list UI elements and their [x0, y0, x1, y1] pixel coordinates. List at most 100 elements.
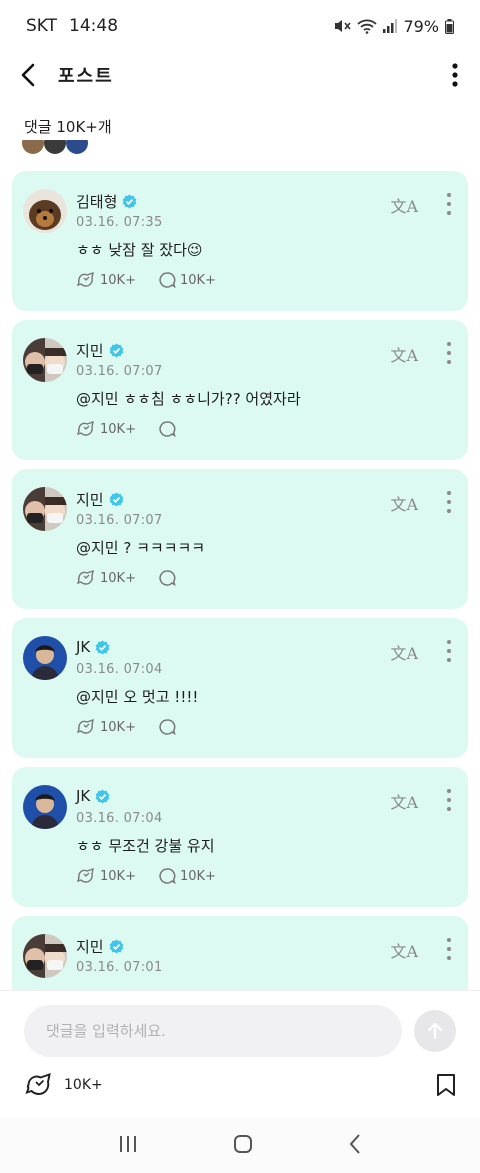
like-count: 10K+ [100, 719, 136, 735]
home-icon [233, 1134, 252, 1153]
comment-text: ㅎㅎ 낮잠 잘 잤다😉 [76, 241, 203, 259]
author-name[interactable]: JK [76, 787, 90, 805]
author-name[interactable]: 지민 [76, 936, 104, 957]
compose-area: 10K+ [0, 990, 480, 1118]
like-icon [25, 1073, 51, 1095]
comment-more-button[interactable] [444, 938, 454, 960]
reply-bubble-icon [159, 272, 176, 289]
author-name[interactable]: JK [76, 638, 90, 656]
comment-date: 03.16. 07:35 [76, 215, 163, 230]
reply-button[interactable] [158, 420, 176, 438]
like-button[interactable]: 10K+ [76, 867, 136, 885]
comment-card[interactable]: 지민 03.16. 07:07 @지민 ㅎㅎ침 ㅎㅎ니가?? 어였자라 10K+… [12, 320, 468, 460]
battery-label: 79% [403, 16, 439, 36]
reply-bubble-icon [159, 868, 176, 885]
comment-card[interactable]: JK 03.16. 07:04 @지민 오 멋고 !!!! 10K+ 文A [12, 618, 468, 758]
translate-button[interactable]: 文A [390, 640, 418, 664]
comment-card[interactable]: 지민 03.16. 07:07 @지민 ? ㅋㅋㅋㅋㅋ 10K+ 文A [12, 469, 468, 609]
comment-date: 03.16. 07:01 [76, 960, 163, 975]
like-icon [76, 271, 94, 287]
reply-bubble-icon [159, 570, 176, 587]
like-icon [76, 718, 94, 734]
avatar[interactable] [23, 934, 67, 978]
comment-text: ㅎㅎ 무조건 강불 유지 [76, 837, 215, 855]
translate-button[interactable]: 文A [390, 938, 418, 962]
bookmark-button[interactable] [436, 1073, 456, 1101]
verified-badge-icon [109, 492, 123, 507]
like-icon [76, 420, 94, 436]
avatar [22, 140, 44, 154]
avatar [44, 140, 66, 154]
send-button[interactable] [414, 1010, 456, 1052]
reply-count: 10K+ [179, 272, 216, 288]
avatar[interactable] [23, 487, 67, 531]
like-button[interactable]: 10K+ [76, 271, 136, 289]
like-button[interactable]: 10K+ [76, 420, 136, 438]
translate-button[interactable]: 文A [390, 342, 418, 366]
comment-card[interactable]: 김태형 03.16. 07:35 ㅎㅎ 낮잠 잘 잤다😉 10K+ 10K+ 文… [12, 171, 468, 311]
chevron-left-icon [21, 63, 35, 87]
reply-bubble-icon [159, 421, 176, 438]
bookmark-icon [437, 1074, 455, 1096]
kebab-icon [452, 63, 458, 87]
system-nav-bar [0, 1118, 480, 1173]
post-like-count: 10K+ [64, 1077, 103, 1093]
author-name[interactable]: 지민 [76, 489, 104, 510]
translate-button[interactable]: 文A [390, 789, 418, 813]
post-like-button[interactable]: 10K+ [24, 1071, 103, 1099]
comment-card[interactable]: JK 03.16. 07:04 ㅎㅎ 무조건 강불 유지 10K+ 10K+ 文… [12, 767, 468, 907]
home-button[interactable] [233, 1134, 253, 1158]
back-button[interactable] [0, 52, 56, 98]
peek-previous-comment [22, 140, 462, 158]
avatar[interactable] [23, 636, 67, 680]
author-name[interactable]: 김태형 [76, 191, 117, 212]
comment-more-button[interactable] [444, 640, 454, 662]
avatar[interactable] [23, 338, 67, 382]
comment-date: 03.16. 07:07 [76, 513, 163, 528]
comment-more-button[interactable] [444, 193, 454, 215]
arrow-up-icon [427, 1022, 443, 1040]
comment-date: 03.16. 07:04 [76, 811, 163, 826]
app-header: 포스트 [0, 52, 480, 98]
translate-button[interactable]: 文A [390, 491, 418, 515]
comment-date: 03.16. 07:04 [76, 662, 163, 677]
status-bar: SKT 14:48 79% [0, 0, 480, 52]
like-count: 10K+ [100, 272, 136, 288]
nav-back-button[interactable] [348, 1133, 362, 1159]
like-icon [76, 867, 94, 883]
reply-button[interactable]: 10K+ [158, 271, 216, 289]
translate-button[interactable]: 文A [390, 193, 418, 217]
reply-bubble-icon [159, 719, 176, 736]
comment-text: @지민 ? ㅋㅋㅋㅋㅋ [76, 539, 206, 557]
recents-icon [119, 1135, 136, 1152]
comment-input[interactable] [24, 1005, 402, 1057]
battery-icon [445, 18, 454, 34]
reply-button[interactable] [158, 569, 176, 587]
page-title: 포스트 [58, 66, 114, 87]
avatar[interactable] [23, 785, 67, 829]
comment-list[interactable]: 김태형 03.16. 07:35 ㅎㅎ 낮잠 잘 잤다😉 10K+ 10K+ 文… [12, 171, 468, 991]
reply-count: 10K+ [179, 868, 216, 884]
verified-badge-icon [95, 639, 110, 655]
like-count: 10K+ [100, 421, 136, 437]
comment-more-button[interactable] [444, 789, 454, 811]
comment-more-button[interactable] [444, 491, 454, 513]
author-name[interactable]: 지민 [76, 340, 104, 361]
signal-icon [383, 19, 398, 33]
comment-more-button[interactable] [444, 342, 454, 364]
avatar[interactable] [23, 189, 67, 233]
clock: 14:48 [69, 16, 119, 36]
comment-date: 03.16. 07:07 [76, 364, 163, 379]
like-button[interactable]: 10K+ [76, 569, 136, 587]
verified-badge-icon [95, 788, 110, 804]
like-button[interactable]: 10K+ [76, 718, 136, 736]
like-count: 10K+ [100, 868, 136, 884]
reply-button[interactable] [158, 718, 176, 736]
comment-input-wrapper[interactable] [24, 1005, 402, 1057]
recent-apps-button[interactable] [118, 1134, 138, 1158]
wifi-icon [357, 18, 378, 34]
comment-card[interactable]: 지민 03.16. 07:01 文A [12, 916, 468, 991]
more-options-button[interactable] [430, 52, 480, 98]
reply-button[interactable]: 10K+ [158, 867, 216, 885]
mute-icon [333, 18, 352, 34]
